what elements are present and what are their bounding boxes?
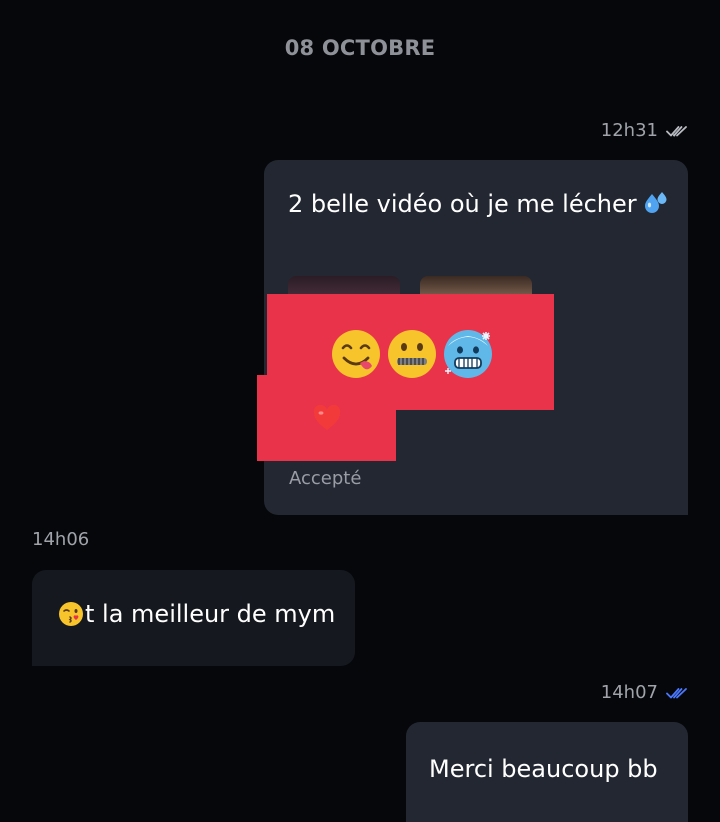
face-blowing-kiss-icon: [59, 602, 83, 626]
double-check-icon: [666, 125, 687, 136]
message-meta: 14h06: [32, 529, 89, 550]
message-text: t la meilleur de mym: [85, 600, 336, 628]
chat-screen: 08 OCTOBRE 12h31 2 belle vidéo où je me …: [0, 0, 720, 822]
message-text: 2 belle vidéo où je me lécher: [288, 190, 637, 218]
incoming-message-bubble[interactable]: t la meilleur de mym: [32, 570, 355, 666]
message-meta: 12h31: [601, 120, 688, 141]
date-separator: 08 OCTOBRE: [284, 36, 436, 60]
sweat-droplets-icon: [644, 192, 667, 213]
reaction-row: [330, 328, 494, 380]
message-meta: 14h07: [601, 682, 688, 703]
message-time: 14h07: [600, 682, 658, 703]
message-text: Merci beaucoup bb: [429, 755, 658, 783]
cold-face-icon: [444, 330, 492, 378]
message-time: 14h06: [32, 529, 90, 550]
outgoing-message-bubble[interactable]: Merci beaucoup bb: [406, 722, 688, 822]
message-text-row: t la meilleur de mym: [58, 600, 335, 628]
message-text-row: 2 belle vidéo où je me lécher: [288, 190, 669, 218]
red-heart-icon: [313, 404, 341, 430]
message-status: Accepté: [289, 468, 362, 489]
yum-face-icon: [332, 330, 380, 378]
zipper-mouth-face-icon: [388, 330, 436, 378]
double-check-icon: [666, 687, 687, 698]
message-time: 12h31: [600, 120, 658, 141]
